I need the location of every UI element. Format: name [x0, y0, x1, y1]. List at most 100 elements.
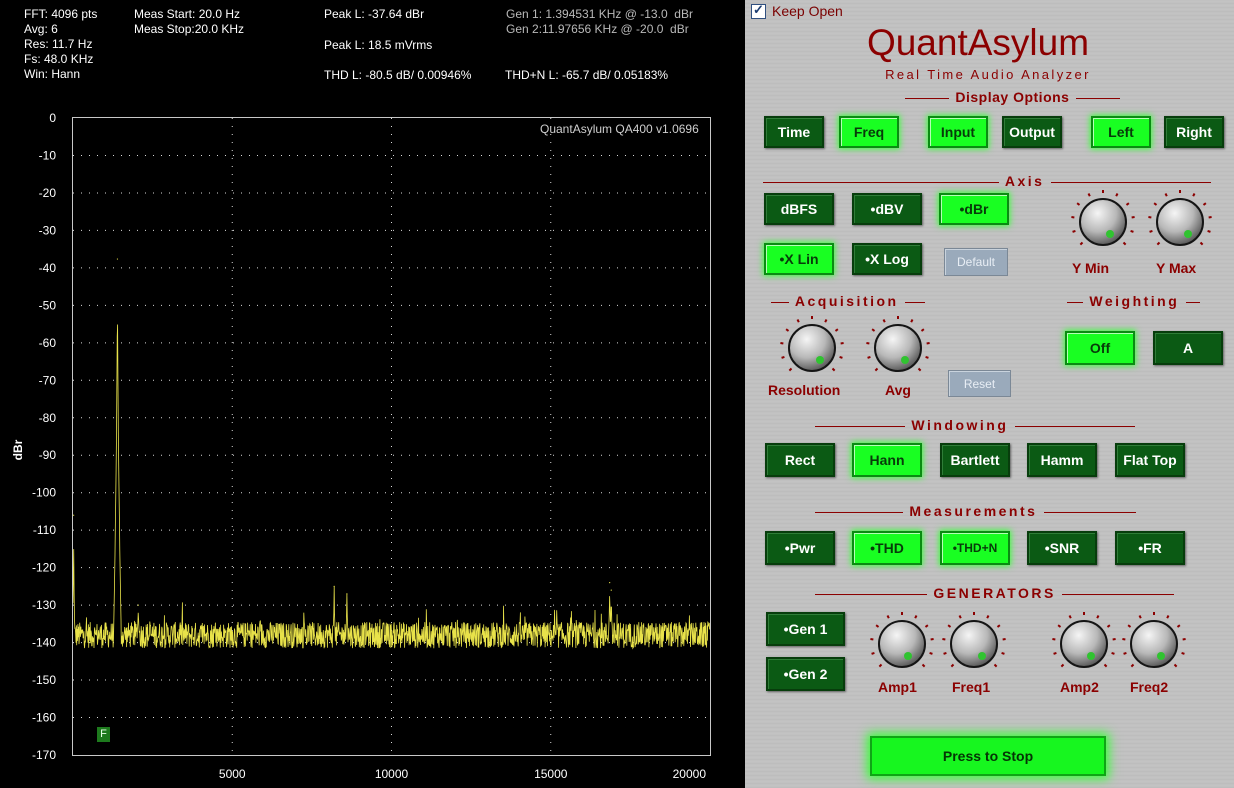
spectrum-peak	[346, 593, 348, 595]
resolution-label: Resolution	[768, 382, 841, 398]
weighting-a-button[interactable]: A	[1153, 331, 1223, 365]
window-flattop-button[interactable]: Flat Top	[1115, 443, 1185, 477]
y-min-label: Y Min	[1072, 260, 1110, 276]
section-acquisition: Acquisition	[771, 293, 925, 309]
y-tick-label: -150	[32, 673, 56, 687]
y-tick-label: -70	[39, 373, 57, 387]
amp2-knob[interactable]	[1052, 612, 1116, 676]
y-tick-label: -130	[32, 598, 56, 612]
y-tick-label: -50	[39, 298, 57, 312]
y-tick-label: -80	[39, 411, 57, 425]
knob-indicator	[1157, 652, 1166, 660]
window-bartlett-button[interactable]: Bartlett	[940, 443, 1010, 477]
knob-indicator	[1086, 652, 1095, 661]
y-tick-label: 0	[49, 111, 56, 125]
freq2-label: Freq2	[1130, 679, 1169, 695]
y-tick-label: -10	[39, 148, 57, 162]
knob-body	[1156, 198, 1204, 246]
amp1-knob[interactable]	[870, 612, 934, 676]
section-display-options: Display Options	[905, 89, 1120, 105]
keep-open-toggle[interactable]: Keep Open	[751, 2, 843, 19]
section-measurements: Measurements	[815, 503, 1136, 519]
dbfs-button[interactable]: dBFS	[764, 193, 834, 225]
knob-body	[950, 620, 998, 668]
time-button[interactable]: Time	[764, 116, 824, 148]
freq1-label: Freq1	[952, 679, 991, 695]
knob-body	[1130, 620, 1178, 668]
section-windowing: Windowing	[815, 417, 1135, 433]
knob-indicator	[977, 651, 986, 660]
spectrum-peak	[609, 582, 611, 584]
spectrum-svg	[73, 118, 710, 755]
y-tick-label: -120	[32, 561, 56, 575]
y-tick-label: -160	[32, 711, 56, 725]
knob-body	[1060, 620, 1108, 668]
window-rect-button[interactable]: Rect	[765, 443, 835, 477]
brand-logo: QuantAsylum	[866, 22, 1090, 63]
y-tick-label: -110	[33, 523, 56, 537]
y-max-knob[interactable]	[1148, 190, 1212, 254]
meas-thdn-button[interactable]: •THD+N	[940, 531, 1010, 565]
dbr-button[interactable]: •dBr	[939, 193, 1009, 225]
meas-snr-button[interactable]: •SNR	[1027, 531, 1097, 565]
meas-pwr-button[interactable]: •Pwr	[765, 531, 835, 565]
x-lin-button[interactable]: •X Lin	[764, 243, 834, 275]
y-tick-label: -30	[39, 223, 57, 237]
knob-body	[1079, 198, 1127, 246]
resolution-knob[interactable]	[780, 316, 844, 380]
keep-open-checkbox[interactable]	[751, 2, 766, 19]
x-log-button[interactable]: •X Log	[852, 243, 922, 275]
freq-button[interactable]: Freq	[839, 116, 899, 148]
right-channel-button[interactable]: Right	[1164, 116, 1224, 148]
section-weighting: Weighting	[1067, 293, 1200, 309]
spectrum-peak	[333, 585, 335, 587]
window-hamm-button[interactable]: Hamm	[1027, 443, 1097, 477]
avg-label: Avg	[885, 382, 911, 398]
spectrum-peak	[73, 514, 75, 516]
y-tick-label: -90	[39, 448, 57, 462]
window-hann-button[interactable]: Hann	[852, 443, 922, 477]
reset-button[interactable]: Reset	[948, 370, 1011, 397]
frequency-marker[interactable]: F	[97, 727, 110, 742]
freq1-knob[interactable]	[942, 612, 1006, 676]
control-panel: Keep Open QuantAsylum Real Time Audio An…	[745, 0, 1234, 788]
spectrum-peak	[116, 258, 119, 260]
amp2-label: Amp2	[1060, 679, 1099, 695]
knob-indicator	[904, 652, 913, 661]
avg-knob[interactable]	[866, 316, 930, 380]
spectrum-peak	[137, 604, 139, 606]
analyzer-display: FFT: 4096 pts Avg: 6 Res: 11.7 Hz Fs: 48…	[0, 0, 741, 788]
output-button[interactable]: Output	[1002, 116, 1062, 148]
meas-thd-button[interactable]: •THD	[852, 531, 922, 565]
x-tick-label: 15000	[534, 767, 568, 781]
weighting-off-button[interactable]: Off	[1065, 331, 1135, 365]
meas-fr-button[interactable]: •FR	[1115, 531, 1185, 565]
x-tick-label: 10000	[375, 767, 409, 781]
knob-body	[874, 324, 922, 372]
input-button[interactable]: Input	[928, 116, 988, 148]
y-tick-label: -170	[32, 748, 56, 762]
amp1-label: Amp1	[878, 679, 917, 695]
left-channel-button[interactable]: Left	[1091, 116, 1151, 148]
x-tick-label: 5000	[219, 767, 246, 781]
y-tick-label: -40	[39, 261, 57, 275]
dbv-button[interactable]: •dBV	[852, 193, 922, 225]
knob-body	[878, 620, 926, 668]
spectrum-plot[interactable]	[72, 117, 711, 756]
y-tick-label: -100	[32, 486, 56, 500]
gen1-button[interactable]: •Gen 1	[766, 612, 845, 646]
spectrum-peak	[610, 589, 612, 591]
gen2-button[interactable]: •Gen 2	[766, 657, 845, 691]
press-to-stop-button[interactable]: Press to Stop	[870, 736, 1106, 776]
knob-indicator	[1183, 229, 1192, 238]
knob-body	[788, 324, 836, 372]
freq2-knob[interactable]	[1122, 612, 1186, 676]
default-button[interactable]: Default	[944, 248, 1008, 276]
knob-indicator	[1106, 230, 1115, 238]
y-min-knob[interactable]	[1071, 190, 1135, 254]
brand-subtitle: Real Time Audio Analyzer	[885, 67, 1091, 82]
version-watermark: QuantAsylum QA400 v1.0696	[540, 122, 699, 136]
keep-open-label: Keep Open	[772, 3, 843, 19]
y-max-label: Y Max	[1156, 260, 1197, 276]
knob-indicator	[815, 355, 824, 364]
